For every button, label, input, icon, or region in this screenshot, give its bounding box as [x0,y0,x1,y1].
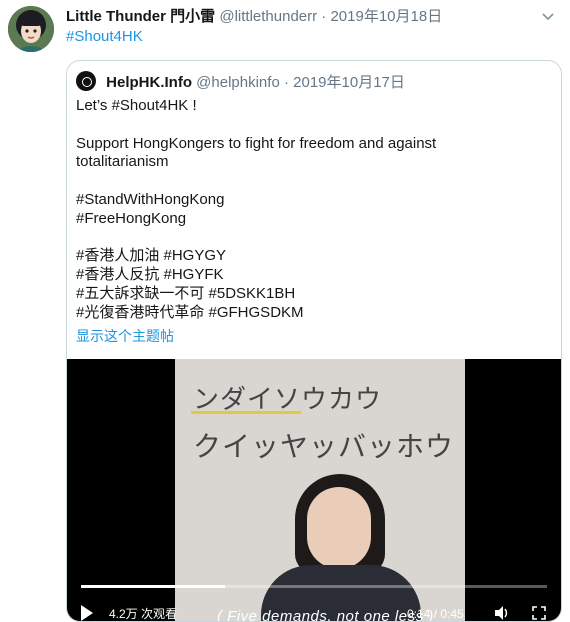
quoted-author-name[interactable]: HelpHK.Info [106,74,192,91]
separator: · [321,8,327,25]
video-player[interactable]: ンダイソウカウ クイッヤッバッホウ ( Five demands, not on… [67,359,561,621]
quoted-handle[interactable]: @helphkinfo [196,74,280,91]
text-line: Support HongKongers to fight for freedom… [76,134,437,152]
quoted-date[interactable]: 2019年10月17日 [293,74,405,91]
fullscreen-icon[interactable] [531,605,547,621]
video-caption-line2: クイッヤッバッホウ [193,430,455,463]
helphk-logo-icon [76,71,96,91]
chevron-down-icon[interactable] [538,6,558,26]
hashtag-line[interactable]: #光復香港時代革命 #GFHGSDKM [76,304,549,323]
avatar-illustration [8,6,54,52]
text-line [76,229,549,248]
play-icon[interactable] [81,605,93,621]
volume-icon[interactable] [493,605,511,621]
separator: · [283,74,289,91]
quoted-tweet[interactable]: HelpHK.Info @helphkinfo · 2019年10月17日 Le… [66,60,562,622]
text-line: Let’s #Shout4HK ! [76,97,197,114]
caption-highlight [191,411,301,414]
person-face [307,487,371,569]
tweet-header: Little Thunder 門小雷 @littlethunderr · 201… [66,8,530,26]
author-name[interactable]: Little Thunder 門小雷 [66,8,215,25]
tweet-hashtag[interactable]: #Shout4HK [66,28,143,46]
video-frame: ンダイソウカウ クイッヤッバッホウ [175,359,465,621]
hashtag-line[interactable]: #StandWithHongKong [76,191,549,210]
view-count: 4.2万 次观看 [109,607,178,621]
time-display: 0:14 / 0:45 [407,607,464,621]
tweet-date[interactable]: 2019年10月18日 [330,8,442,25]
quoted-header: HelpHK.Info @helphkinfo · 2019年10月17日 [76,71,405,92]
hashtag-line[interactable]: #香港人反抗 #HGYFK [76,266,549,285]
progress-fill [81,585,226,588]
show-thread-link[interactable]: 显示这个主题帖 [76,327,549,346]
hashtag-line[interactable]: #五大訴求缺一不可 #5DSKK1BH [76,285,549,304]
avatar[interactable] [8,6,54,52]
text-line: totalitarianism [76,153,169,171]
quoted-text: Let’s #Shout4HK ! Support HongKongers to… [76,97,549,345]
hashtag-line[interactable]: #香港人加油 #HGYGY [76,247,549,266]
video-controls: 4.2万 次观看 0:14 / 0:45 [67,599,561,621]
hashtag-line[interactable]: #FreeHongKong [76,210,549,229]
text-line [76,116,549,135]
progress-bar[interactable] [81,585,547,588]
author-handle[interactable]: @littlethunderr [219,8,317,25]
text-line [76,172,549,191]
